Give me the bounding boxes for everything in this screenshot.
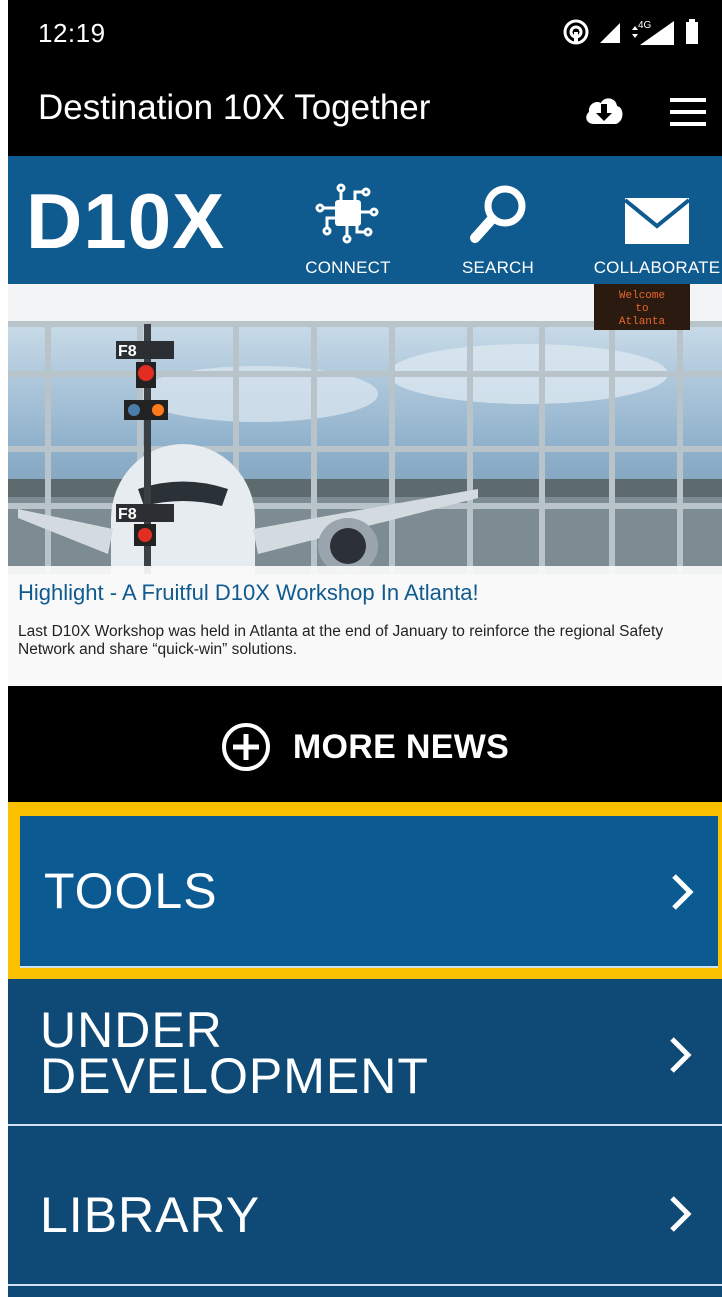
menu-item-library[interactable]: LIBRARY: [8, 1126, 722, 1284]
chevron-right-icon: [670, 1037, 692, 1073]
connect-button[interactable]: CONNECT: [298, 156, 398, 284]
app-bar: Destination 10X Together: [8, 66, 722, 156]
battery-icon: [686, 19, 698, 44]
status-time: 12:19: [38, 18, 106, 48]
hotspot-icon: [563, 19, 589, 45]
plus-circle-icon: [221, 723, 270, 771]
circuit-chip-icon: [315, 183, 379, 244]
menu-item-tools[interactable]: TOOLS: [20, 816, 718, 968]
signal-4g-icon: 4G: [632, 20, 674, 45]
signal-icon: [600, 23, 620, 43]
hamburger-menu-icon[interactable]: [668, 92, 708, 132]
news-image[interactable]: F8 F8 Welcome to Atlanta Highlight - A F…: [8, 284, 722, 686]
app-title: Destination 10X Together: [38, 88, 431, 127]
menu-item-under-development-line1: UNDER: [40, 1002, 223, 1058]
envelope-icon: [623, 198, 691, 244]
status-bar: 12:19 4G: [8, 0, 722, 66]
status-icons: 4G: [562, 16, 700, 48]
collaborate-button[interactable]: COLLABORATE: [592, 156, 722, 284]
brand-header: D10X CONNECT SEARCH COLLABORATE: [8, 156, 722, 284]
svg-text:Welcome: Welcome: [619, 290, 665, 302]
svg-text:F8: F8: [118, 506, 137, 523]
menu-item-under-development-line2: DEVELOPMENT: [40, 1048, 429, 1104]
svg-text:to: to: [635, 303, 648, 315]
d10x-logo: D10X: [26, 177, 226, 265]
connect-label: CONNECT: [305, 258, 391, 277]
svg-text:4G: 4G: [638, 20, 652, 31]
news-summary: Last D10X Workshop was held in Atlanta a…: [18, 623, 664, 658]
search-button[interactable]: SEARCH: [448, 156, 548, 284]
svg-text:F8: F8: [118, 343, 137, 360]
menu-item-library-label: LIBRARY: [40, 1187, 261, 1243]
collaborate-label: COLLABORATE: [593, 258, 721, 277]
more-news-button[interactable]: MORE NEWS: [8, 686, 722, 802]
cloud-download-icon[interactable]: [582, 90, 626, 134]
search-label: SEARCH: [461, 258, 535, 277]
chevron-right-icon: [670, 1196, 692, 1232]
menu-item-next-partial: [8, 1286, 722, 1297]
magnifier-icon: [470, 185, 526, 243]
news-headline[interactable]: Highlight - A Fruitful D10X Workshop In …: [18, 580, 479, 606]
svg-text:Atlanta: Atlanta: [619, 316, 666, 328]
news-caption: Highlight - A Fruitful D10X Workshop In …: [8, 566, 722, 686]
menu-item-under-development[interactable]: UNDER DEVELOPMENT: [8, 979, 722, 1124]
menu-item-tools-label: TOOLS: [44, 863, 218, 919]
more-news-label: MORE NEWS: [292, 727, 510, 766]
tools-highlight-frame: TOOLS: [8, 802, 722, 979]
chevron-right-icon: [672, 874, 694, 910]
app-screen: 12:19 4G Destination 10X Together D10X C…: [8, 0, 722, 1297]
